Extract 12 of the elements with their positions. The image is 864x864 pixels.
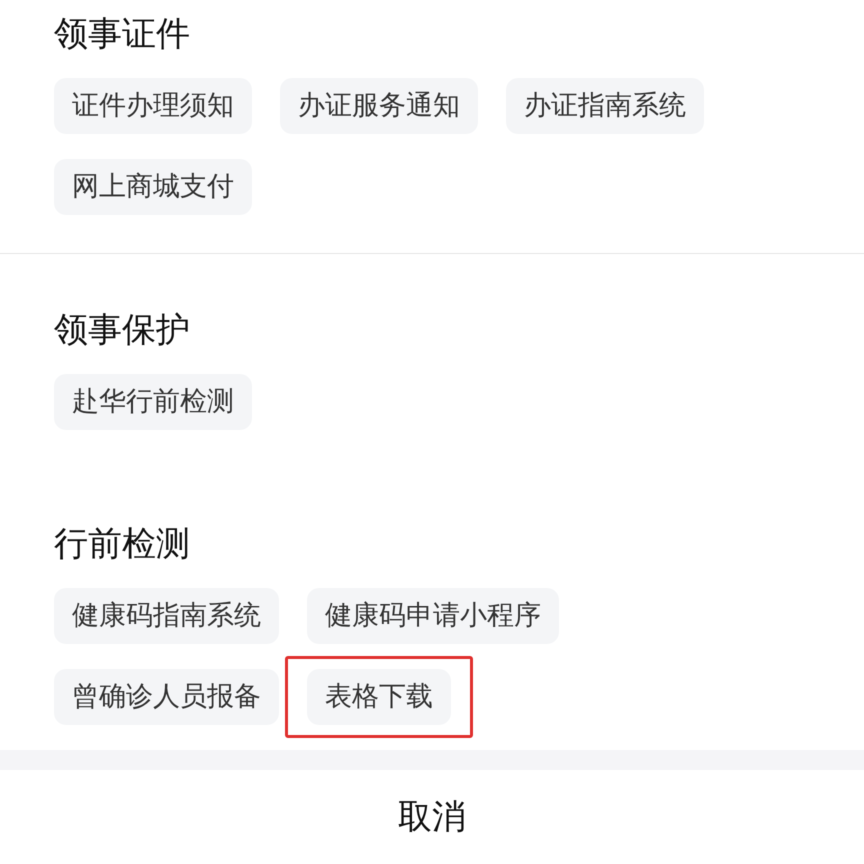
section-title: 领事证件 bbox=[54, 13, 191, 56]
service-chip[interactable]: 曾确诊人员报备 bbox=[54, 669, 279, 725]
section-title: 领事保护 bbox=[54, 309, 191, 352]
service-chip[interactable]: 健康码申请小程序 bbox=[307, 588, 559, 644]
service-chip[interactable]: 证件办理须知 bbox=[54, 78, 252, 134]
section-title: 行前检测 bbox=[54, 523, 191, 566]
service-chip[interactable]: 办证指南系统 bbox=[506, 78, 704, 134]
service-chip[interactable]: 办证服务通知 bbox=[280, 78, 478, 134]
service-chip[interactable]: 网上商城支付 bbox=[54, 159, 252, 215]
service-chip[interactable]: 表格下载 bbox=[307, 669, 451, 725]
service-chip[interactable]: 赴华行前检测 bbox=[54, 374, 252, 430]
service-chip[interactable]: 健康码指南系统 bbox=[54, 588, 279, 644]
